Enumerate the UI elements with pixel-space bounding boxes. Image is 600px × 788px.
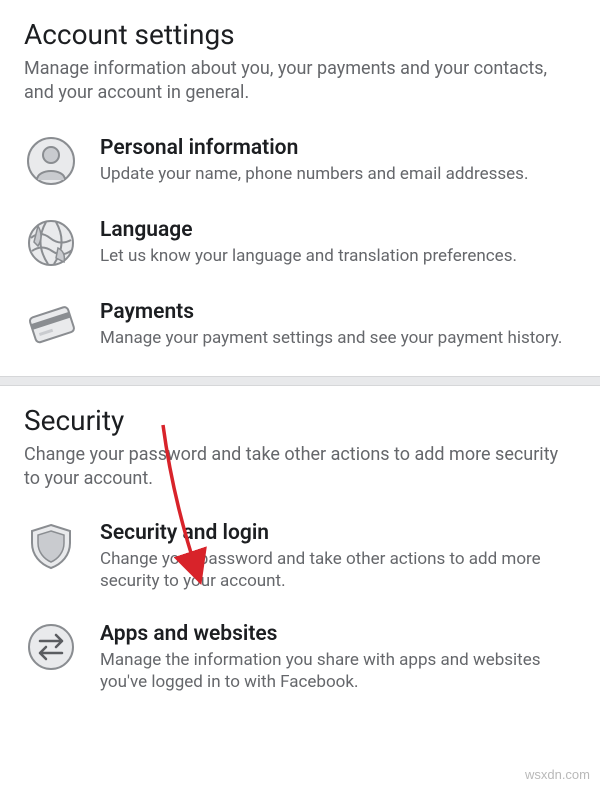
item-text: Apps and websites Manage the information…	[100, 620, 576, 693]
item-title: Personal information	[100, 136, 576, 160]
watermark: wsxdn.com	[525, 767, 590, 782]
shield-icon	[24, 519, 78, 573]
section-subtitle: Change your password and take other acti…	[24, 443, 576, 492]
item-desc: Change your password and take other acti…	[100, 548, 576, 592]
item-payments[interactable]: Payments Manage your payment settings an…	[24, 284, 576, 366]
item-apps-and-websites[interactable]: Apps and websites Manage the information…	[24, 606, 576, 707]
item-language[interactable]: Language Let us know your language and t…	[24, 202, 576, 284]
item-text: Personal information Update your name, p…	[100, 134, 576, 185]
item-desc: Let us know your language and translatio…	[100, 245, 576, 267]
item-security-and-login[interactable]: Security and login Change your password …	[24, 505, 576, 606]
section-subtitle: Manage information about you, your payme…	[24, 57, 576, 106]
item-title: Security and login	[100, 521, 576, 545]
credit-card-icon	[24, 298, 78, 352]
item-title: Language	[100, 218, 576, 242]
item-title: Payments	[100, 300, 576, 324]
item-personal-information[interactable]: Personal information Update your name, p…	[24, 120, 576, 202]
item-desc: Manage your payment settings and see you…	[100, 327, 576, 349]
item-title: Apps and websites	[100, 622, 576, 646]
section-account-settings: Account settings Manage information abou…	[0, 0, 600, 376]
globe-icon	[24, 216, 78, 270]
section-title: Security	[24, 404, 576, 437]
section-title: Account settings	[24, 18, 576, 51]
item-desc: Manage the information you share with ap…	[100, 649, 576, 693]
section-divider	[0, 376, 600, 386]
person-icon	[24, 134, 78, 188]
item-text: Language Let us know your language and t…	[100, 216, 576, 267]
item-text: Security and login Change your password …	[100, 519, 576, 592]
item-desc: Update your name, phone numbers and emai…	[100, 163, 576, 185]
swap-arrows-icon	[24, 620, 78, 674]
section-security: Security Change your password and take o…	[0, 386, 600, 718]
item-text: Payments Manage your payment settings an…	[100, 298, 576, 349]
